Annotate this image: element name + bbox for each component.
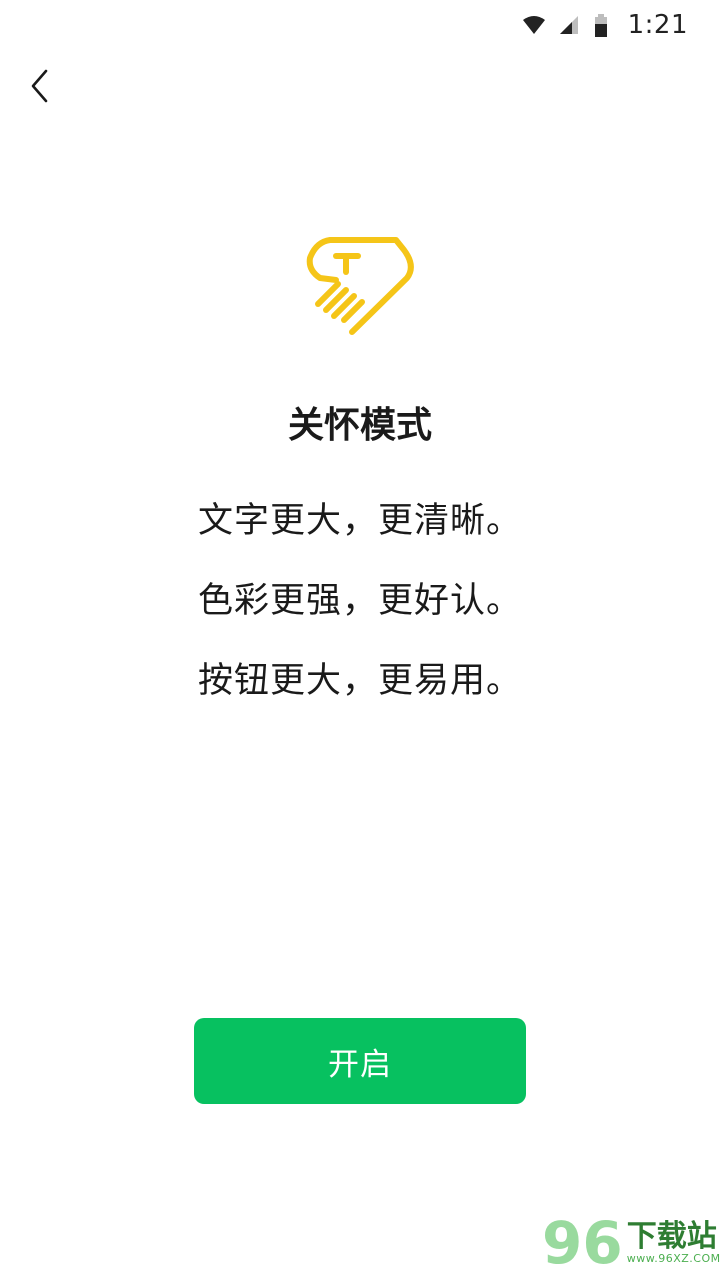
watermark-digits: 96 (542, 1209, 623, 1277)
watermark-url: www.96XZ.COM (626, 1252, 720, 1266)
chevron-left-icon (31, 69, 48, 103)
page-title: 关怀模式 (287, 405, 432, 446)
watermark-text: 下载站 www.96XZ.COM (627, 1221, 720, 1266)
feature-line-text: 文字更大，更清晰。 (197, 501, 522, 541)
watermark-title: 下载站 (626, 1218, 717, 1254)
status-time: 1:21 (627, 10, 688, 40)
battery-icon (594, 14, 608, 37)
feature-line-button: 按钮更大，更易用。 (197, 661, 522, 701)
wifi-icon (522, 14, 545, 36)
cellular-signal-icon (558, 14, 580, 36)
status-bar: 1:21 (0, 0, 720, 50)
care-mode-heart-hand-icon (300, 228, 420, 340)
open-button[interactable]: 开启 (194, 1018, 526, 1104)
watermark-logo: 96 下载站 www.96XZ.COM (542, 1209, 720, 1277)
back-button[interactable] (20, 66, 60, 106)
feature-line-color: 色彩更强，更好认。 (197, 581, 522, 621)
care-mode-screen: 1:21 关怀模式 文字更大，更清晰。 色彩更强，更好认。 按钮更大，更易用。 … (0, 0, 720, 1280)
